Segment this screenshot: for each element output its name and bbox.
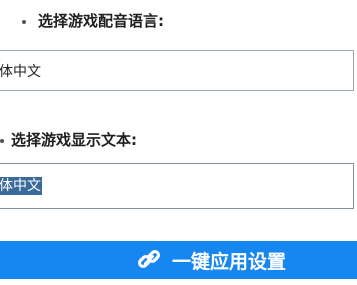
text-language-label: 选择游戏显示文本: [11,131,137,149]
apply-settings-content: 一键应用设置 [136,241,286,279]
link-icon [137,249,161,269]
voice-language-value: 体中文 [0,64,41,80]
text-language-value: 体中文 [0,177,42,195]
apply-settings-label: 一键应用设置 [172,251,287,273]
section-bullet-icon [0,139,4,143]
voice-language-label: 选择游戏配音语言: [38,12,164,30]
text-language-field[interactable]: 体中文 [0,163,354,209]
apply-settings-button[interactable]: 一键应用设置 [0,241,357,279]
voice-language-field[interactable]: 体中文 [0,50,354,91]
section-bullet-icon [22,20,26,24]
